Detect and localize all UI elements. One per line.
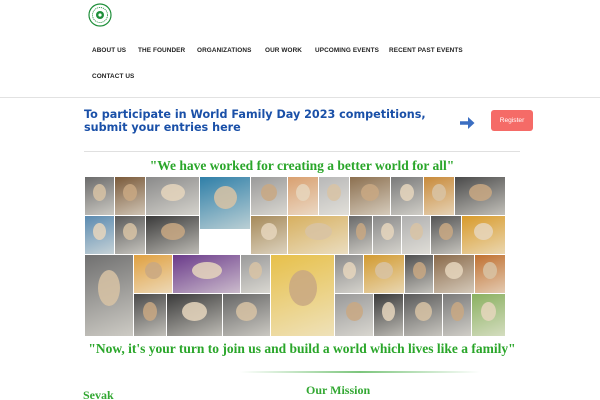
divider (84, 151, 520, 152)
portrait-face (382, 302, 395, 321)
portrait-photo (373, 216, 401, 254)
portrait-face (161, 223, 185, 240)
portrait-face (93, 184, 106, 201)
competition-banner[interactable]: To participate in World Family Day 2023 … (84, 108, 444, 134)
logo-icon[interactable] (88, 3, 112, 27)
site-header: ABOUT US THE FOUNDER ORGANIZATIONS OUR W… (0, 0, 600, 98)
portrait-face (445, 262, 463, 279)
portrait-face (361, 184, 379, 201)
portrait-photo (475, 255, 505, 293)
portrait-photo (402, 216, 430, 254)
portrait-photo (251, 216, 287, 254)
portrait-face (343, 262, 356, 279)
portrait-face (214, 186, 237, 209)
portrait-photo (200, 177, 250, 229)
portrait-photo (134, 255, 172, 293)
portrait-face (145, 262, 162, 279)
portrait-photo (173, 255, 240, 293)
quote-bottom: "Now, it's your turn to join us and buil… (88, 341, 516, 356)
portrait-photo (455, 177, 505, 215)
portrait-photo (364, 255, 404, 293)
portrait-photo (405, 255, 433, 293)
portrait-face (400, 184, 414, 201)
great-personalities-collage (85, 177, 505, 336)
portrait-photo (271, 255, 334, 336)
portrait-photo (319, 177, 349, 215)
portrait-face (192, 262, 222, 279)
portrait-face (98, 270, 120, 306)
nav-our-work[interactable]: OUR WORK (265, 47, 302, 54)
portrait-face (261, 184, 277, 201)
portrait-face (415, 302, 432, 321)
portrait-face (413, 262, 426, 279)
portrait-face (346, 302, 363, 321)
portrait-photo (167, 294, 222, 336)
portrait-face (182, 302, 207, 321)
portrait-photo (349, 216, 372, 254)
portrait-photo (335, 294, 373, 336)
portrait-face (327, 184, 341, 201)
portrait-face (123, 184, 137, 201)
portrait-photo (288, 177, 318, 215)
portrait-photo (391, 177, 423, 215)
portrait-photo (134, 294, 166, 336)
nav-contact-us[interactable]: CONTACT US (92, 73, 134, 80)
portrait-face (432, 184, 446, 201)
portrait-photo (241, 255, 270, 293)
portrait-face (483, 262, 497, 279)
portrait-photo (335, 255, 363, 293)
register-button[interactable]: Register (491, 110, 533, 131)
portrait-photo (462, 216, 505, 254)
portrait-photo (472, 294, 505, 336)
portrait-face (161, 184, 185, 201)
portrait-face (439, 223, 453, 240)
portrait-photo (288, 216, 348, 254)
nav-about-us[interactable]: ABOUT US (92, 47, 126, 54)
nav-organizations[interactable]: ORGANIZATIONS (197, 47, 251, 54)
portrait-photo (85, 255, 133, 336)
portrait-photo (115, 177, 145, 215)
portrait-face (289, 270, 317, 306)
portrait-photo (85, 216, 114, 254)
nav-recent-past-events[interactable]: RECENT PAST EVENTS (389, 47, 463, 54)
portrait-photo (146, 216, 199, 254)
portrait-face (296, 184, 310, 201)
portrait-photo (146, 177, 199, 215)
portrait-face (451, 302, 464, 321)
quote-top: "We have worked for creating a better wo… (149, 158, 455, 173)
portrait-face (481, 302, 496, 321)
portrait-face (381, 223, 394, 240)
portrait-face (123, 223, 137, 240)
portrait-photo (431, 216, 461, 254)
portrait-photo (223, 294, 270, 336)
portrait-photo (374, 294, 403, 336)
our-mission-heading: Our Mission (306, 383, 371, 397)
portrait-photo (350, 177, 390, 215)
sevak-heading: Sevak (83, 388, 114, 400)
nav-upcoming-events[interactable]: UPCOMING EVENTS (315, 47, 379, 54)
nav-the-founder[interactable]: THE FOUNDER (138, 47, 185, 54)
section-divider (240, 371, 480, 373)
portrait-face (375, 262, 393, 279)
portrait-photo (434, 255, 474, 293)
portrait-face (305, 223, 332, 240)
portrait-face (93, 223, 106, 240)
portrait-face (249, 262, 262, 279)
portrait-face (143, 302, 157, 321)
portrait-face (469, 184, 492, 201)
portrait-face (410, 223, 423, 240)
portrait-face (261, 223, 277, 240)
portrait-face (474, 223, 493, 240)
portrait-photo (443, 294, 471, 336)
portrait-photo (251, 177, 287, 215)
portrait-photo (85, 177, 114, 215)
portrait-face (356, 223, 366, 240)
portrait-photo (115, 216, 145, 254)
arrow-right-icon (460, 117, 475, 129)
portrait-photo (424, 177, 454, 215)
portrait-face (236, 302, 257, 321)
portrait-photo (404, 294, 442, 336)
